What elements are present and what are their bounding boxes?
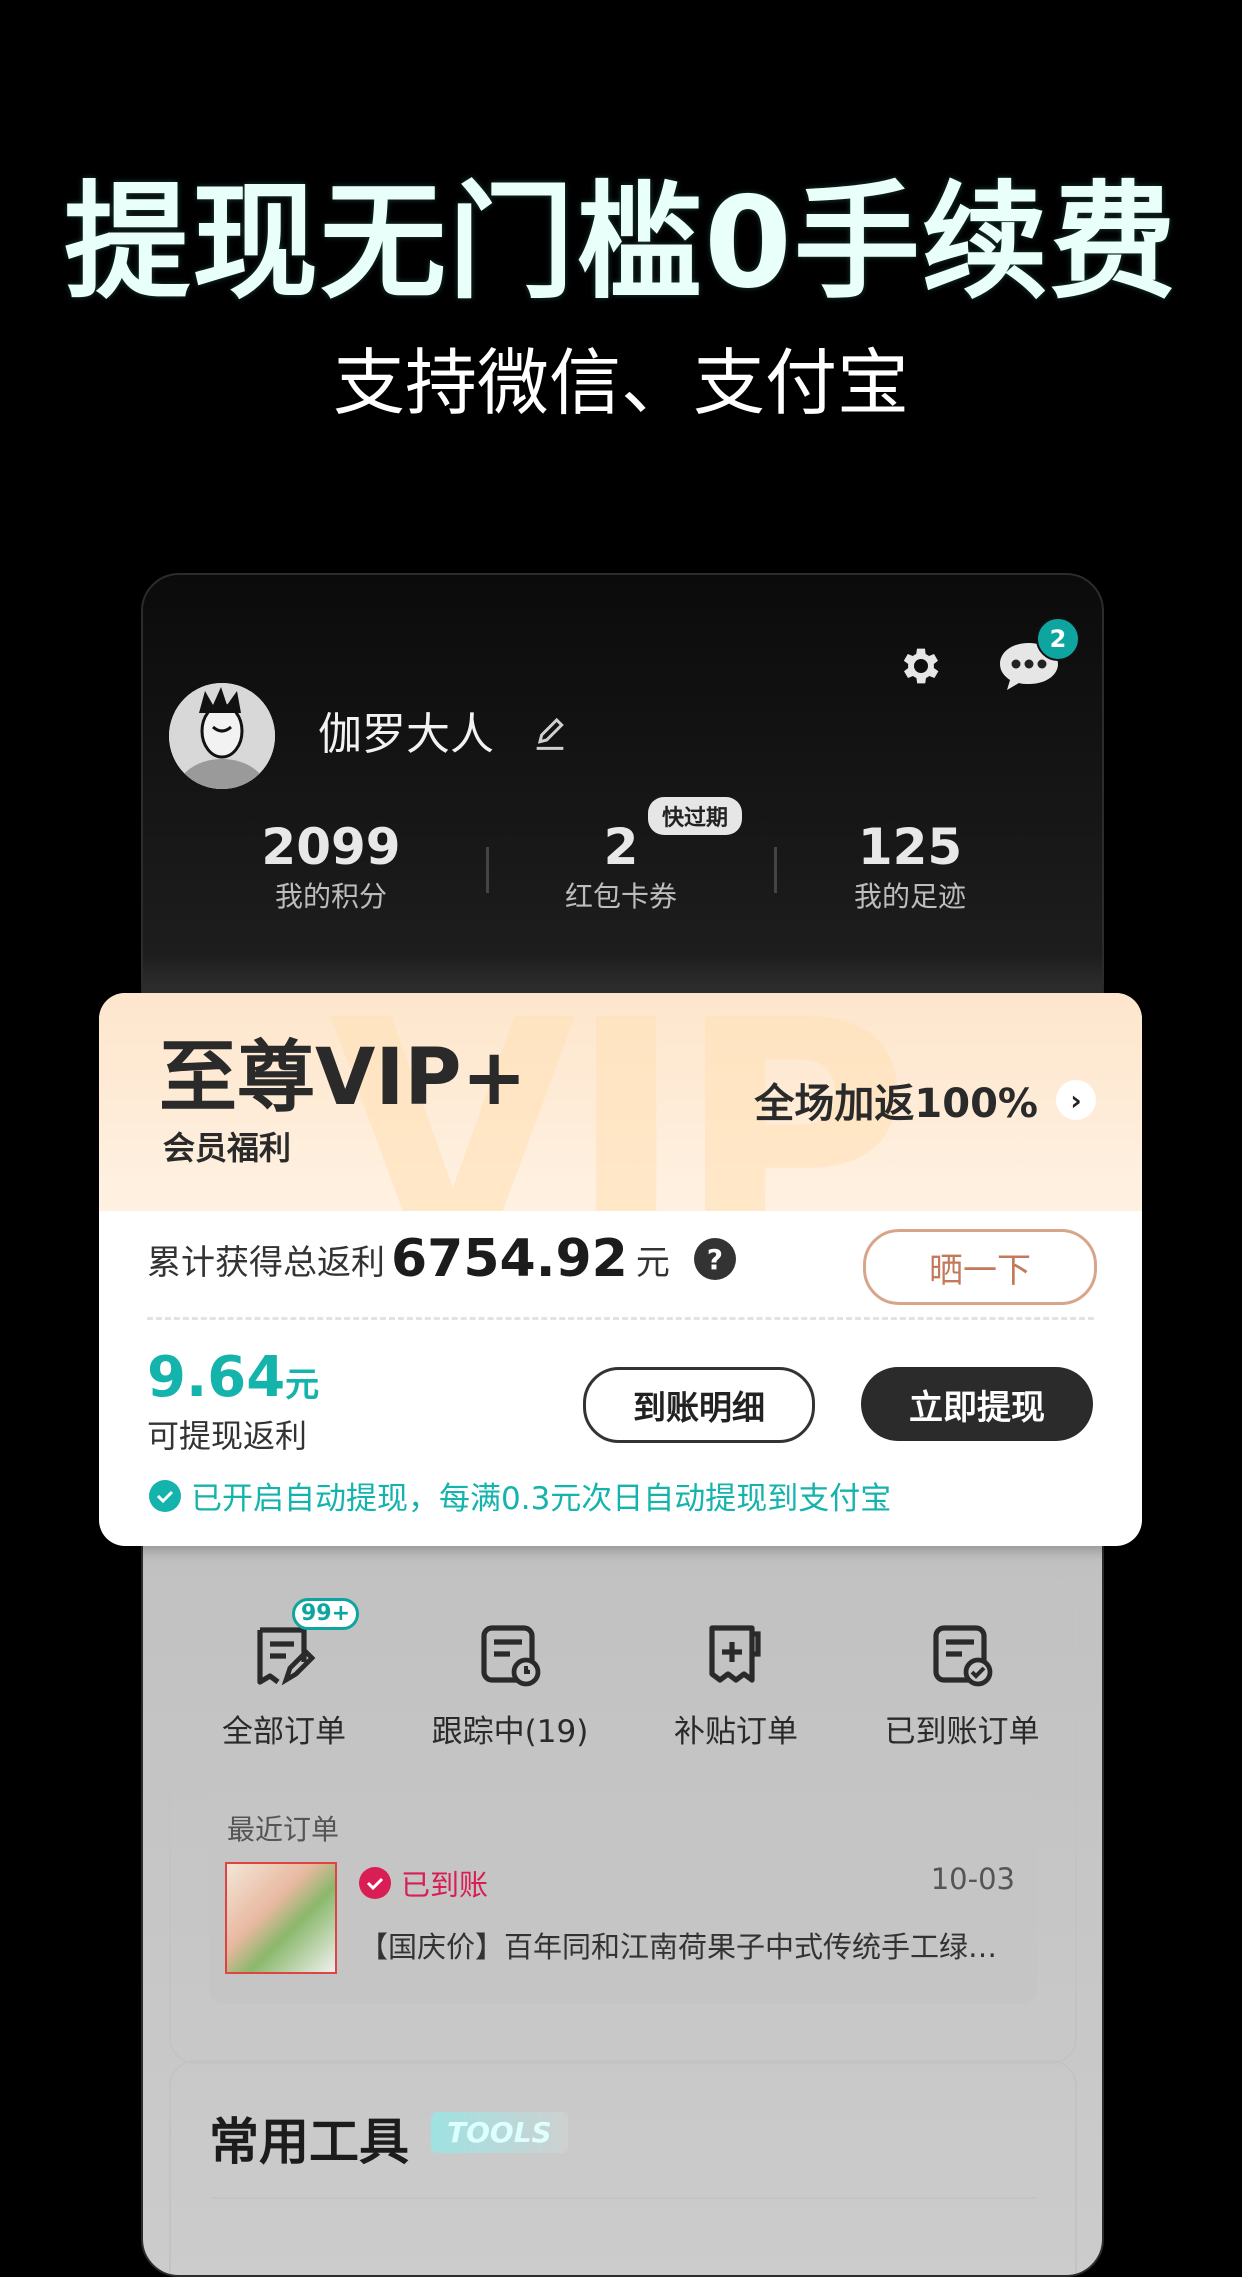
header-icons: 2 — [888, 617, 1080, 699]
tab-label: 已到账订单 — [884, 1714, 1040, 1750]
total-rebate-row: 累计获得总返利 6754.92 元 ? — [147, 1229, 736, 1289]
stat-points[interactable]: 2099 我的积分 — [186, 815, 476, 915]
withdrawable-amount: 9.64元 — [147, 1345, 319, 1410]
stat-divider — [486, 847, 489, 893]
auto-withdraw-text: 已开启自动提现，每满0.3元次日自动提现到支付宝 — [191, 1481, 892, 1517]
auto-withdraw-notice: 已开启自动提现，每满0.3元次日自动提现到支付宝 — [149, 1473, 891, 1518]
expiring-tag: 快过期 — [648, 797, 743, 835]
order-product-name: 【国庆价】百年同和江南荷果子中式传统手工绿豆... — [359, 1930, 1009, 1964]
gear-icon — [903, 648, 939, 684]
tab-label: 跟踪中(19) — [431, 1714, 589, 1750]
stat-label: 红包卡券 — [564, 880, 677, 913]
help-icon[interactable]: ? — [693, 1238, 736, 1280]
stat-label: 我的积分 — [274, 880, 387, 913]
avatar[interactable] — [169, 683, 275, 789]
order-status: 已到账 — [359, 1862, 488, 1904]
tab-all-orders[interactable]: 99+ 全部订单 — [171, 1598, 397, 1751]
stat-divider — [774, 847, 777, 893]
vip-promo-text: 全场加返100% — [754, 1081, 1038, 1127]
share-button[interactable]: 晒一下 — [863, 1229, 1097, 1305]
stats-row: 2099 我的积分 2 红包卡券 125 我的足迹 — [143, 815, 1102, 935]
product-thumbnail — [225, 1862, 337, 1974]
tab-label: 全部订单 — [222, 1714, 346, 1750]
tools-title: 常用工具 — [209, 2113, 409, 2171]
check-circle-icon — [149, 1479, 181, 1512]
withdrawable-unit: 元 — [285, 1365, 320, 1405]
vip-promo[interactable]: 全场加返100% › — [754, 1071, 1096, 1129]
tools-card: 常用工具 TOOLS — [169, 2060, 1077, 2275]
orders-card: 99+ 全部订单 跟踪中(19) 补贴订单 已到账订单 最近订单 已到账 10-… — [169, 1580, 1077, 2064]
tracking-icon — [481, 1625, 541, 1687]
stat-value: 125 — [857, 818, 963, 876]
vip-header[interactable]: VIP 至尊VIP+ 会员福利 全场加返100% › — [99, 993, 1142, 1211]
order-count-badge: 99+ — [292, 1598, 360, 1630]
withdraw-now-button[interactable]: 立即提现 — [861, 1367, 1093, 1441]
stat-label: 我的足迹 — [853, 880, 966, 913]
recent-order[interactable]: 最近订单 已到账 10-03 【国庆价】百年同和江南荷果子中式传统手工绿豆... — [209, 1794, 1037, 2004]
user-name: 伽罗大人 — [318, 709, 494, 760]
stat-value: 2099 — [261, 818, 401, 876]
tools-tag: TOOLS — [431, 2112, 568, 2153]
promo-title: 提现无门槛0手续费 — [64, 169, 1178, 316]
tab-subsidy-orders[interactable]: 补贴订单 — [623, 1614, 849, 1751]
vip-title: 至尊VIP+ — [159, 1033, 527, 1123]
vip-subtitle: 会员福利 — [163, 1129, 292, 1167]
order-check-icon — [933, 1625, 993, 1687]
messages-button[interactable]: 2 — [996, 617, 1080, 699]
order-date: 10-03 — [930, 1862, 1015, 1896]
message-badge: 2 — [1036, 617, 1080, 661]
edit-icon[interactable] — [530, 715, 570, 755]
withdrawable-label: 可提现返利 — [147, 1417, 308, 1455]
check-circle-icon — [359, 1867, 391, 1899]
total-rebate-amount: 6754.92 — [391, 1229, 628, 1289]
vip-card: VIP 至尊VIP+ 会员福利 全场加返100% › 累计获得总返利 6754.… — [99, 993, 1142, 1546]
avatar-image — [169, 683, 275, 789]
withdrawable-value: 9.64 — [147, 1345, 286, 1410]
tab-label: 补贴订单 — [674, 1714, 798, 1750]
total-rebate-label: 累计获得总返利 — [147, 1242, 385, 1283]
recent-order-title: 最近订单 — [227, 1813, 340, 1846]
order-tabs: 99+ 全部订单 跟踪中(19) 补贴订单 已到账订单 — [171, 1598, 1075, 1750]
stat-footprints[interactable]: 125 我的足迹 — [765, 815, 1055, 915]
order-status-text: 已到账 — [401, 1868, 489, 1902]
total-rebate-unit: 元 — [635, 1242, 670, 1283]
divider — [211, 2197, 1035, 2199]
dashed-divider — [147, 1317, 1094, 1320]
subsidy-icon — [709, 1625, 761, 1683]
tab-tracking-orders[interactable]: 跟踪中(19) — [397, 1614, 623, 1751]
settings-button[interactable] — [888, 633, 954, 699]
payout-details-button[interactable]: 到账明细 — [583, 1367, 815, 1443]
tab-completed-orders[interactable]: 已到账订单 — [849, 1614, 1075, 1751]
chevron-right-icon: › — [1056, 1080, 1096, 1120]
promo-subtitle: 支持微信、支付宝 — [332, 341, 909, 425]
